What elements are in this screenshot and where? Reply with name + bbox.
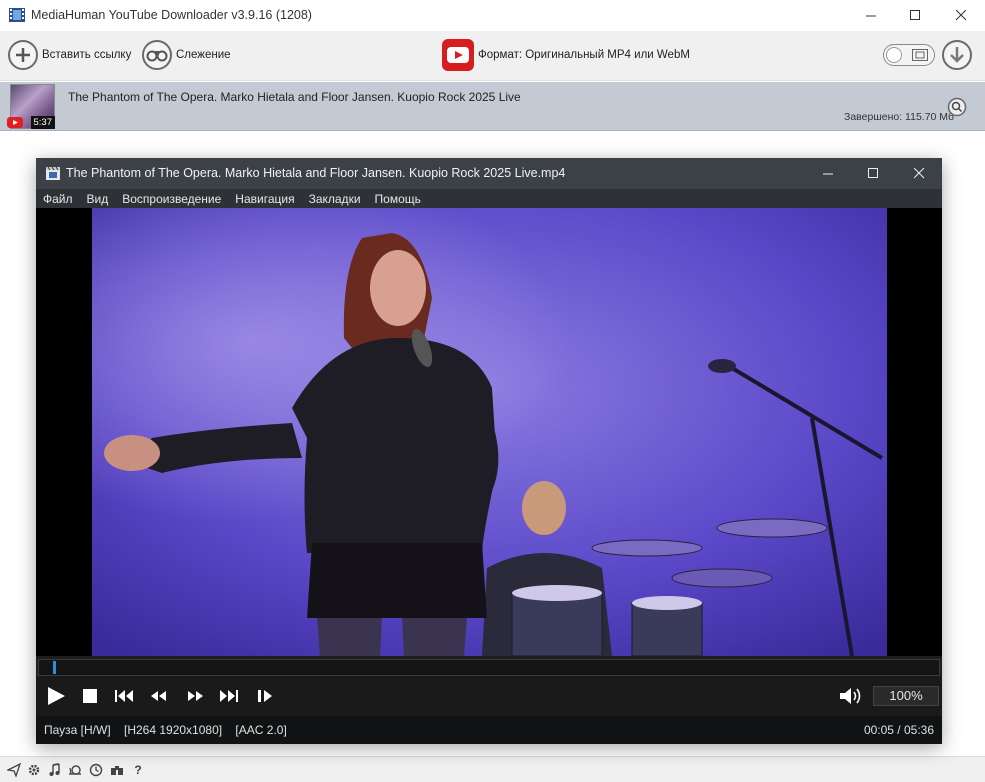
player-controls: 100% xyxy=(36,676,942,716)
video-area[interactable] xyxy=(36,208,942,656)
maximize-icon xyxy=(909,10,920,20)
maximize-icon xyxy=(867,168,878,178)
menu-view[interactable]: Вид xyxy=(87,192,109,206)
format-label: Формат: Оригинальный MP4 или WebM xyxy=(478,49,690,61)
previous-button[interactable] xyxy=(113,686,135,706)
tracking-label: Слежение xyxy=(176,49,231,61)
magnifier-icon[interactable] xyxy=(947,97,967,117)
menu-help[interactable]: Помощь xyxy=(375,192,421,206)
seek-bar[interactable] xyxy=(38,659,940,676)
download-status: Завершено: 115.70 Мб xyxy=(844,111,955,123)
paste-link-button[interactable]: Вставить ссылку xyxy=(8,40,131,70)
concert-video-image xyxy=(92,208,887,656)
download-arrow-button[interactable] xyxy=(942,40,972,70)
film-icon xyxy=(912,49,928,61)
next-button[interactable] xyxy=(218,686,240,706)
video-duration: 5:37 xyxy=(30,116,55,129)
menu-playback[interactable]: Воспроизведение xyxy=(122,192,221,206)
menu-bookmarks[interactable]: Закладки xyxy=(309,192,361,206)
maximize-button[interactable] xyxy=(892,0,938,31)
app-title: MediaHuman YouTube Downloader v3.9.16 (1… xyxy=(31,8,312,22)
player-close-button[interactable] xyxy=(896,158,942,189)
music-icon[interactable] xyxy=(48,763,62,777)
youtube-small-icon xyxy=(7,117,23,128)
toggle-knob xyxy=(886,47,902,63)
main-toolbar: Вставить ссылку Слежение Формат: Оригина… xyxy=(0,31,985,81)
close-icon xyxy=(913,168,924,179)
video-frame xyxy=(92,208,887,656)
player-maximize-button[interactable] xyxy=(850,158,896,189)
player-titlebar: The Phantom of The Opera. Marko Hietala … xyxy=(36,158,942,189)
minimize-icon xyxy=(822,173,833,175)
minimize-button[interactable] xyxy=(848,0,894,31)
seek-position[interactable] xyxy=(53,661,56,674)
fast-forward-button[interactable] xyxy=(184,686,206,706)
minimize-icon xyxy=(865,15,876,17)
binoculars-icon xyxy=(142,40,172,70)
play-button[interactable] xyxy=(45,686,67,706)
player-title: The Phantom of The Opera. Marko Hietala … xyxy=(66,166,566,180)
player-statusbar: Пауза [H/W] [H264 1920x1080] [AAC 2.0] 0… xyxy=(36,716,942,744)
youtube-icon xyxy=(442,39,474,71)
help-icon[interactable]: ? xyxy=(131,763,145,777)
send-icon[interactable] xyxy=(7,763,21,777)
app-titlebar: MediaHuman YouTube Downloader v3.9.16 (1… xyxy=(0,0,985,31)
zoom-level[interactable]: 100% xyxy=(873,686,939,706)
player-time: 00:05 / 05:36 xyxy=(863,723,934,737)
player-logo-icon xyxy=(46,167,60,180)
menu-navigation[interactable]: Навигация xyxy=(235,192,294,206)
app-logo-icon xyxy=(9,8,25,22)
paste-link-label: Вставить ссылку xyxy=(42,49,132,61)
close-icon xyxy=(955,10,966,21)
rewind-button[interactable] xyxy=(148,686,170,706)
snail-icon[interactable] xyxy=(68,763,82,777)
frame-step-button[interactable] xyxy=(255,686,277,706)
video-player-window: The Phantom of The Opera. Marko Hietala … xyxy=(36,158,942,744)
plus-icon xyxy=(8,40,38,70)
gear-icon[interactable] xyxy=(27,763,41,777)
video-thumbnail: 5:37 xyxy=(7,84,55,129)
format-button[interactable]: Формат: Оригинальный MP4 или WebM xyxy=(442,39,690,71)
player-menubar: Файл Вид Воспроизведение Навигация Закла… xyxy=(36,189,942,208)
clock-icon[interactable] xyxy=(89,763,103,777)
video-mode-toggle[interactable] xyxy=(883,44,935,66)
player-minimize-button[interactable] xyxy=(805,158,851,189)
download-item[interactable]: 5:37 The Phantom of The Opera. Marko Hie… xyxy=(0,82,985,131)
download-title: The Phantom of The Opera. Marko Hietala … xyxy=(68,90,521,104)
tracking-button[interactable]: Слежение xyxy=(142,40,231,70)
app-statusbar: ? xyxy=(0,756,985,782)
binoculars-small-icon[interactable] xyxy=(110,763,124,777)
player-status-info: Пауза [H/W] [H264 1920x1080] [AAC 2.0] xyxy=(44,723,287,737)
stop-button[interactable] xyxy=(80,686,102,706)
menu-file[interactable]: Файл xyxy=(43,192,73,206)
volume-icon[interactable] xyxy=(838,686,866,706)
close-button[interactable] xyxy=(938,0,984,31)
download-arrow-icon xyxy=(950,47,964,63)
